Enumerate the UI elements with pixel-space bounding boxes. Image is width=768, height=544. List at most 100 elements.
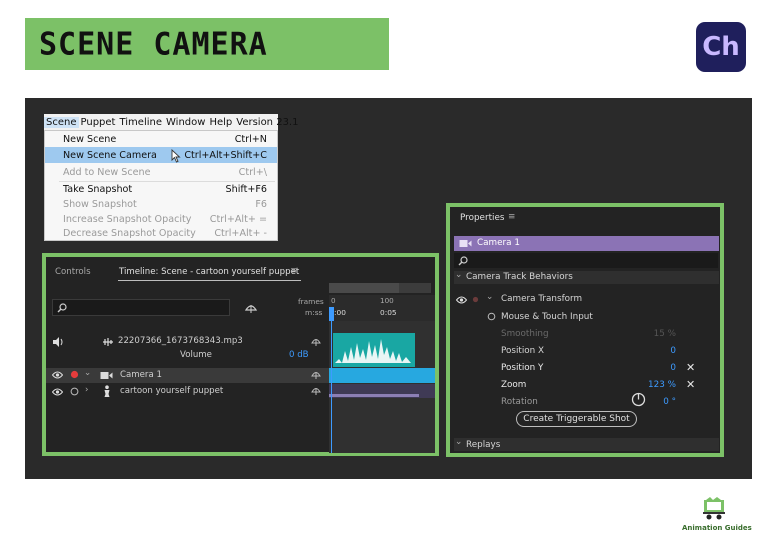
slide-title: SCENE CAMERA — [39, 25, 268, 63]
section-replays[interactable]: Replays — [466, 440, 500, 450]
param-position-y-value[interactable]: 0 — [670, 363, 676, 373]
cart-icon — [703, 497, 725, 520]
scene-menu-dropdown: New Scene Ctrl+N New Scene Camera Ctrl+A… — [44, 130, 278, 241]
eye-icon[interactable] — [52, 388, 63, 396]
menu-item-new-scene-camera[interactable]: New Scene Camera Ctrl+Alt+Shift+C — [45, 147, 277, 163]
selected-item-name: Camera 1 — [477, 238, 520, 248]
menu-item-new-scene[interactable]: New Scene Ctrl+N — [45, 131, 277, 147]
menu-item-label: New Scene — [63, 133, 117, 145]
volume-value[interactable]: 0 dB — [289, 350, 309, 360]
search-icon — [458, 256, 468, 266]
create-triggerable-shot-button[interactable]: Create Triggerable Shot — [516, 411, 637, 427]
puppet-filter-icon[interactable] — [244, 302, 258, 314]
param-rotation-value[interactable]: 0 ° — [663, 397, 676, 407]
menu-item-decrease-snapshot-opacity[interactable]: Decrease Snapshot Opacity Ctrl+Alt+ - — [45, 225, 277, 241]
playhead-line[interactable] — [331, 317, 332, 453]
param-smoothing-label: Smoothing — [501, 329, 549, 339]
timeline-search-input[interactable] — [52, 299, 230, 316]
record-arm-off-icon[interactable] — [70, 387, 79, 396]
mouse-cursor-icon — [171, 149, 181, 163]
record-dot-icon[interactable] — [472, 296, 479, 303]
audio-track-icon — [103, 338, 113, 346]
tab-timeline[interactable]: Timeline: Scene - cartoon yourself puppe… — [119, 267, 299, 277]
speaker-icon[interactable] — [52, 337, 64, 347]
menu-item-label: Increase Snapshot Opacity — [63, 213, 192, 225]
title-banner: SCENE CAMERA — [25, 18, 389, 70]
track-name-puppet[interactable]: cartoon yourself puppet — [120, 386, 223, 396]
puppet-icon — [311, 388, 321, 395]
record-arm-icon[interactable] — [70, 370, 79, 379]
tab-controls[interactable]: Controls — [55, 267, 91, 277]
reset-position-y-icon[interactable]: ✕ — [686, 361, 695, 374]
ruler-units-time: m:ss — [305, 308, 323, 317]
camera-track-bar[interactable] — [329, 368, 435, 383]
ruler-tick-label: :00 — [334, 308, 346, 317]
menu-item-shortcut: Ctrl+Alt+ = — [209, 213, 267, 225]
menu-bar: Scene Puppet Timeline Window Help Versio… — [44, 114, 298, 130]
menu-scene[interactable]: Scene — [44, 116, 79, 128]
puppet-icon — [311, 372, 321, 379]
eye-icon[interactable] — [456, 296, 467, 304]
ruler-tick-label: 0 — [331, 296, 336, 305]
puppet-figure-icon — [104, 385, 110, 397]
character-animator-logo: Ch — [696, 22, 746, 72]
active-tab-underline — [118, 280, 301, 281]
menu-item-shortcut: Ctrl+Alt+ - — [214, 227, 267, 239]
footer-brand-text: Animation Guides — [682, 524, 752, 532]
audio-clip[interactable] — [333, 333, 415, 367]
param-position-x-label: Position X — [501, 346, 545, 356]
menu-timeline[interactable]: Timeline — [117, 117, 164, 128]
param-rotation-label: Rotation — [501, 397, 538, 407]
rotation-dial-icon[interactable] — [631, 392, 646, 407]
track-name-audio[interactable]: 22207366_1673768343.mp3 — [118, 336, 243, 346]
timeline-panel: Controls Timeline: Scene - cartoon yours… — [42, 253, 439, 456]
radio-off-icon[interactable] — [487, 312, 496, 321]
chevron-down-icon[interactable]: ⌄ — [455, 270, 462, 280]
param-smoothing-value[interactable]: 15 % — [654, 329, 676, 339]
properties-search-input[interactable] — [454, 253, 718, 268]
menu-item-take-snapshot[interactable]: Take Snapshot Shift+F6 — [45, 181, 277, 197]
menu-item-shortcut: Shift+F6 — [225, 183, 267, 195]
behavior-camera-transform[interactable]: Camera Transform — [501, 294, 582, 304]
eye-icon[interactable] — [52, 371, 63, 379]
chevron-right-icon[interactable]: › — [85, 385, 88, 395]
menu-item-label: New Scene Camera — [63, 149, 157, 161]
properties-title: Properties — [460, 213, 505, 223]
param-position-x-value[interactable]: 0 — [670, 346, 676, 356]
param-zoom-value[interactable]: 123 % — [648, 380, 676, 390]
menu-item-label: Show Snapshot — [63, 198, 137, 210]
timeline-overview-thumb[interactable] — [329, 283, 399, 293]
menu-help[interactable]: Help — [207, 117, 234, 128]
menu-item-add-to-new-scene[interactable]: Add to New Scene Ctrl+\ — [45, 164, 277, 180]
properties-panel: Properties ≡ Camera 1 ⌄ Camera Track Beh… — [446, 203, 724, 457]
ruler-tick-label: 0:05 — [380, 308, 397, 317]
param-zoom-label: Zoom — [501, 380, 527, 390]
chevron-down-icon[interactable]: ⌄ — [455, 437, 462, 447]
section-camera-track-behaviors[interactable]: Camera Track Behaviors — [466, 272, 573, 282]
menu-item-label: Decrease Snapshot Opacity — [63, 227, 196, 239]
menu-item-show-snapshot[interactable]: Show Snapshot F6 — [45, 196, 277, 212]
camera-icon — [100, 372, 113, 379]
param-position-y-label: Position Y — [501, 363, 544, 373]
reset-zoom-icon[interactable]: ✕ — [686, 378, 695, 391]
search-icon — [57, 303, 67, 313]
menu-puppet[interactable]: Puppet — [79, 117, 118, 128]
puppet-track-strip — [329, 394, 419, 397]
menu-item-shortcut: Ctrl+\ — [238, 166, 267, 178]
menu-version: Version 23.1 — [236, 116, 299, 128]
camera-icon — [459, 240, 472, 247]
menu-item-label: Take Snapshot — [63, 183, 133, 195]
puppet-icon — [311, 339, 321, 346]
ruler-units-frames: frames — [298, 297, 324, 306]
ruler-tick-label: 100 — [380, 296, 394, 305]
panel-menu-icon[interactable]: ≡ — [508, 212, 515, 222]
chevron-down-icon[interactable]: ⌄ — [486, 292, 493, 302]
input-mode-label[interactable]: Mouse & Touch Input — [501, 312, 593, 322]
menu-window[interactable]: Window — [164, 117, 207, 128]
chevron-down-icon[interactable]: ⌄ — [84, 368, 91, 378]
menu-item-shortcut: Ctrl+N — [234, 133, 267, 145]
panel-menu-icon[interactable]: ≡ — [290, 266, 297, 276]
menu-item-label: Add to New Scene — [63, 166, 151, 178]
track-name-camera[interactable]: Camera 1 — [120, 370, 162, 380]
audio-waveform — [335, 339, 411, 363]
